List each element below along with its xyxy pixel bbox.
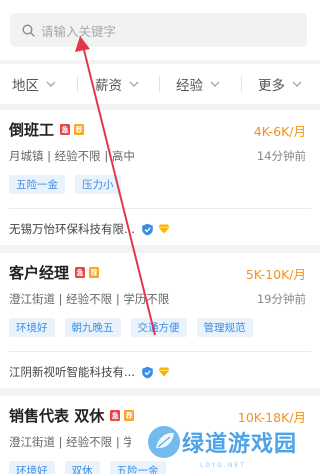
company-name: 无锡万怡环保科技有限... [9,222,135,236]
post-time: 14分钟前 [256,149,306,163]
filter-label: 更多 [258,78,285,94]
job-title-row: 客户经理 急 荐 [9,262,100,283]
divider [241,76,242,92]
post-time: 19分钟前 [256,292,306,306]
job-title: 销售代表 双休 [9,407,105,425]
divider [77,76,78,92]
watermark-logo: 绿道游戏园 [146,424,297,460]
filter-salary[interactable]: 薪资 [95,64,139,104]
job-salary: 4K-6K/月 [253,124,306,139]
job-meta: 澄江街道 | 经验不限 | 学历不限 [9,292,170,306]
divider [9,351,311,352]
search-input[interactable]: 请输入关键字 [10,13,307,47]
job-tags: 环境好 双休 五险一金 [9,461,176,474]
recommend-badge-icon: 荐 [74,124,85,135]
search-icon [22,24,35,37]
job-tag: 压力小 [75,175,121,194]
search-placeholder: 请输入关键字 [41,23,117,39]
recommend-badge-icon: 荐 [89,267,100,278]
chevron-down-icon [292,81,302,87]
job-card[interactable]: 客户经理 急 荐 5K-10K/月 澄江街道 | 经验不限 | 学历不限 19分… [0,253,320,388]
filter-label: 地区 [12,78,39,94]
job-title: 客户经理 [9,264,70,282]
filter-region[interactable]: 地区 [12,64,56,104]
watermark-text: 绿道游戏园 [182,432,298,457]
urgent-badge-icon: 急 [110,410,121,421]
filter-label: 经验 [176,78,203,94]
job-title-row: 销售代表 双休 急 荐 [9,405,135,426]
job-title-row: 倒班工 急 荐 [9,119,85,140]
recommend-badge-icon: 荐 [124,410,135,421]
divider [159,76,160,92]
job-card[interactable]: 倒班工 急 荐 4K-6K/月 月城镇 | 经验不限 | 高中 14分钟前 五险… [0,110,320,245]
chevron-down-icon [129,81,139,87]
watermark-subtext: LDYG.NET [200,462,246,469]
company-row[interactable]: 无锡万怡环保科技有限... [9,221,170,237]
verified-shield-icon [142,366,153,378]
job-tag: 朝九晚五 [64,318,121,337]
job-tags: 五险一金 压力小 [9,175,131,194]
divider [9,208,311,209]
filter-more[interactable]: 更多 [258,64,302,104]
urgent-badge-icon: 急 [75,267,86,278]
job-tag: 五险一金 [109,461,166,474]
filter-label: 薪资 [95,78,122,94]
job-tag: 双休 [64,461,100,474]
job-salary: 5K-10K/月 [245,267,306,282]
job-tag: 五险一金 [9,175,65,194]
job-tag: 交通方便 [130,318,187,337]
job-tags: 环境好 朝九晚五 交通方便 管理规范 [9,318,263,337]
verified-shield-icon [142,223,153,235]
job-title: 倒班工 [9,121,55,139]
gem-icon [158,367,170,377]
top-bar: 请输入关键字 [0,0,320,60]
leaf-logo-icon [148,426,180,458]
company-row[interactable]: 江阴新视听智能科技有... [9,364,170,380]
job-tag: 管理规范 [196,318,253,337]
gem-icon [158,224,170,234]
job-meta: 月城镇 | 经验不限 | 高中 [9,149,135,163]
job-tag: 环境好 [9,318,55,337]
urgent-badge-icon: 急 [60,124,71,135]
filter-experience[interactable]: 经验 [176,64,220,104]
chevron-down-icon [210,81,220,87]
job-tag: 环境好 [9,461,55,474]
chevron-down-icon [46,81,56,87]
filter-bar: 地区 薪资 经验 更多 [0,64,320,104]
company-name: 江阴新视听智能科技有... [9,365,135,379]
job-meta: 澄江街道 | 经验不限 | 学历不限 [9,435,131,449]
